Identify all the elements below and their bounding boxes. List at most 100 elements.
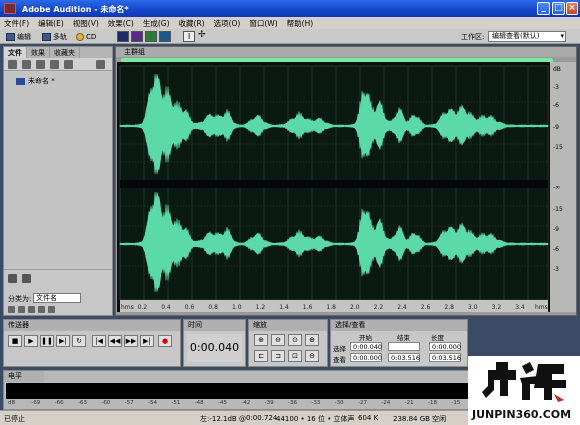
menu-window[interactable]: 窗口(W) [249, 18, 277, 29]
zoom-in-vertical-icon[interactable]: ⊕ [305, 334, 319, 346]
selection-length-field[interactable]: 0:00.000 [429, 342, 461, 351]
transport-panel: 传送器 ■ ▶ ❚❚ ▶| ↻ |◀ ◀◀ ▶▶ ▶| ● [3, 319, 181, 367]
level-scale-label: -36 [288, 400, 297, 406]
pause-button[interactable]: ❚❚ [40, 335, 54, 347]
import-icon[interactable] [8, 60, 17, 69]
time-label: 时间 [184, 320, 245, 331]
menu-effects[interactable]: 效果(C) [108, 18, 134, 29]
time-tick-label: 3.4 [515, 304, 525, 311]
selection-end-field[interactable] [388, 342, 420, 351]
marquee-tool-icon[interactable]: ✢ [198, 31, 210, 42]
option-icon-1[interactable] [8, 306, 15, 313]
time-tick-label: 1.0 [232, 304, 242, 311]
stop-button[interactable]: ■ [8, 335, 22, 347]
level-scale-label: -69 [31, 400, 41, 406]
row-selection: 选择 [333, 345, 346, 353]
rewind-button[interactable]: ◀◀ [108, 335, 122, 347]
view-start-field[interactable]: 0:00.000 [350, 353, 382, 362]
view-length-field[interactable]: 0:03.516 [429, 353, 461, 362]
zoom-in-horizontal-icon[interactable]: ⊕ [254, 334, 268, 346]
option-icon-2[interactable] [18, 306, 25, 313]
menu-options[interactable]: 选项(O) [214, 18, 241, 29]
main-group-tab[interactable]: 主群组 [116, 47, 576, 57]
autoplay-toggle-icon[interactable] [22, 274, 31, 283]
watermark-text: JUNPIN360.COM [472, 408, 572, 421]
close-button[interactable]: × [566, 2, 578, 15]
loop-icon[interactable] [8, 274, 17, 283]
tab-files[interactable]: 文件 [4, 47, 27, 58]
level-scale-label: -42 [241, 400, 251, 406]
play-button[interactable]: ▶ [24, 335, 38, 347]
option-icon-3[interactable] [28, 306, 35, 313]
menu-help[interactable]: 帮助(H) [287, 18, 314, 29]
time-tick-label: 0.4 [161, 304, 171, 311]
edit-file-icon[interactable] [36, 60, 45, 69]
zoom-label: 缩放 [249, 320, 327, 331]
view-end-field[interactable]: 0:03.516 [388, 353, 420, 362]
option-icon-5[interactable] [48, 306, 55, 313]
db-tick-label: -15 [553, 144, 563, 151]
play-to-end-button[interactable]: ▶| [56, 335, 70, 347]
level-scale-label: -57 [124, 400, 134, 406]
files-panel-tabs: 文件 效果 收藏夹 [4, 47, 112, 58]
menu-edit[interactable]: 编辑(E) [38, 18, 64, 29]
audio-file-icon [16, 77, 25, 85]
time-tick-label: 3.0 [468, 304, 478, 311]
workspace-select[interactable]: 编辑查看(默认) ▾ [488, 31, 566, 42]
cd-view-button[interactable]: CD [76, 31, 96, 42]
autoplay-icon[interactable] [96, 60, 105, 69]
selection-start-field[interactable]: 0:00.040 [350, 342, 382, 351]
menu-view[interactable]: 视图(V) [73, 18, 99, 29]
zoom-selection-icon[interactable]: ⊡ [288, 350, 302, 362]
time-tick-label: 0.6 [185, 304, 195, 311]
forward-end-button[interactable]: ▶| [140, 335, 154, 347]
window-title: Adobe Audition - 未命名* [22, 5, 129, 14]
pan-view-icon[interactable] [131, 31, 143, 42]
time-tick-label: 1.4 [279, 304, 289, 311]
option-icon-4[interactable] [38, 306, 45, 313]
status-format: 44100 • 16 位 • 立体声 [276, 415, 355, 423]
tab-effects[interactable]: 效果 [27, 47, 50, 58]
insert-icon[interactable] [50, 60, 59, 69]
forward-button[interactable]: ▶▶ [124, 335, 138, 347]
rewind-start-button[interactable]: |◀ [92, 335, 106, 347]
waveform-icon [6, 32, 15, 41]
zoom-out-vertical-icon[interactable]: ⊖ [305, 350, 319, 362]
zoom-full-icon[interactable]: ⊙ [288, 334, 302, 346]
tab-favorites[interactable]: 收藏夹 [50, 47, 80, 58]
status-free-space: 238.84 GB 空闲 [393, 415, 447, 423]
spectral-view-icon[interactable] [117, 31, 129, 42]
multitrack-view-button[interactable]: 多轨 [42, 31, 67, 42]
waveform-display[interactable]: hms 0.2 0.4 0.6 0.8 1.0 1.2 1.4 1.6 1.8 2.0 2.2 2.4 2… [117, 62, 550, 312]
file-item[interactable]: 未命名 * [16, 76, 55, 86]
edit-view-button[interactable]: 编辑 [6, 31, 31, 42]
zoom-out-horizontal-icon[interactable]: ⊖ [271, 334, 285, 346]
time-tick-label: 2.4 [397, 304, 407, 311]
status-peak: 左:-12.1dB @ [200, 415, 246, 423]
record-button[interactable]: ● [158, 335, 172, 347]
pitch-view-icon[interactable] [159, 31, 171, 42]
sort-label: 分类为: [8, 295, 32, 303]
maximize-button[interactable]: □ [552, 2, 565, 15]
minimize-button[interactable]: _ [537, 2, 550, 15]
level-scale-label: -27 [358, 400, 367, 406]
time-selection-tool-icon[interactable]: I [183, 31, 195, 42]
menu-file[interactable]: 文件(F) [4, 18, 29, 29]
menu-favorites[interactable]: 收藏(R) [179, 18, 205, 29]
play-file-icon[interactable] [64, 60, 73, 69]
zoom-left-icon[interactable]: ⊏ [254, 350, 268, 362]
phase-view-icon[interactable] [145, 31, 157, 42]
menu-generate[interactable]: 生成(G) [143, 18, 170, 29]
level-scale-label: -24 [381, 400, 391, 406]
cd-icon [76, 32, 84, 41]
zoom-right-icon[interactable]: ⊐ [271, 350, 285, 362]
time-tick-label: 1.8 [326, 304, 336, 311]
close-file-icon[interactable] [22, 60, 31, 69]
col-length: 长度 [431, 334, 444, 342]
time-tick-label: 1.6 [303, 304, 313, 311]
loop-play-button[interactable]: ↻ [72, 335, 86, 347]
sort-select[interactable]: 文件名 [33, 293, 81, 303]
db-tick-label: -∞ [553, 184, 561, 191]
level-scale-label: -45 [218, 400, 227, 406]
level-scale-label: -39 [264, 400, 274, 406]
